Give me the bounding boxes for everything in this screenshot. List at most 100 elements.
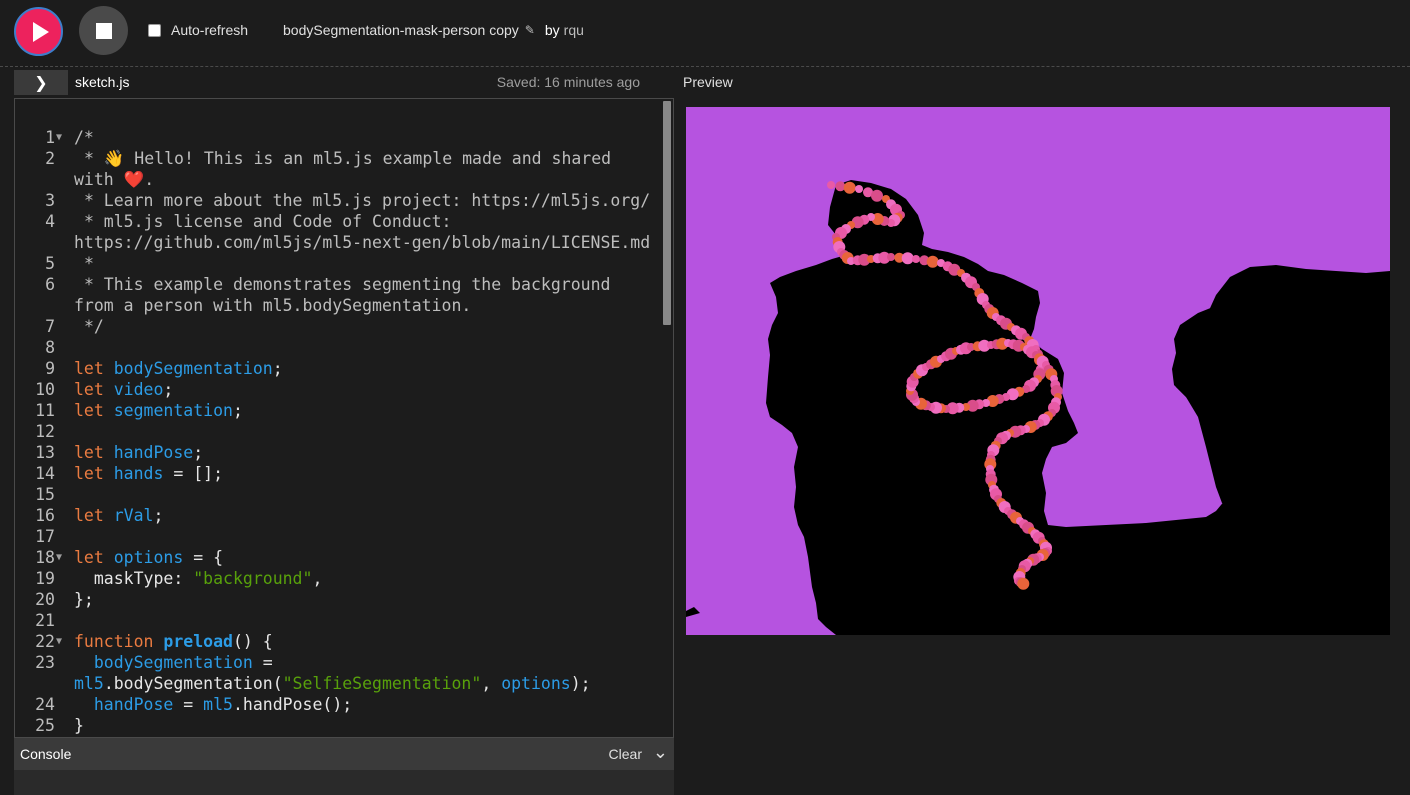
fold-gutter	[55, 652, 74, 694]
code-line[interactable]: 21	[15, 610, 660, 631]
code-editor[interactable]: 1 ▼/* 2 * 👋 Hello! This is an ml5.js examp…	[14, 98, 674, 738]
code-line[interactable]: 6 * This example demonstrates segmenting…	[15, 274, 660, 316]
code-line[interactable]: 8	[15, 337, 660, 358]
chevron-right-icon: ❯	[34, 73, 48, 92]
console-output[interactable]	[14, 770, 674, 795]
line-number: 19	[35, 569, 55, 588]
fold-gutter	[55, 484, 74, 505]
code-line[interactable]: 11 let segmentation;	[15, 400, 660, 421]
line-number: 8	[45, 338, 55, 357]
line-number: 9	[45, 359, 55, 378]
line-number: 3	[45, 191, 55, 210]
code-line[interactable]: 2 * 👋 Hello! This is an ml5.js example m…	[15, 148, 660, 190]
code-token: let	[74, 506, 114, 525]
chevron-down-icon[interactable]: ⌄	[653, 742, 668, 763]
play-icon	[32, 21, 49, 42]
code-token: * This example demonstrates segmenting t…	[74, 275, 621, 315]
code-line[interactable]: 4 * ml5.js license and Code of Conduct: …	[15, 211, 660, 253]
pencil-icon[interactable]: ✎	[525, 23, 535, 37]
code-token: ;	[193, 443, 204, 462]
line-number: 24	[35, 695, 55, 714]
code-token: ml5	[74, 674, 104, 693]
line-number: 7	[45, 317, 55, 336]
console-clear-button[interactable]: Clear	[609, 746, 642, 762]
saved-status: Saved: 16 minutes ago	[496, 74, 640, 90]
fold-gutter	[55, 715, 74, 736]
sidebar-toggle-button[interactable]: ❯	[14, 70, 68, 95]
code-line[interactable]: 18 ▼ let options = {	[15, 547, 660, 568]
fold-gutter	[55, 463, 74, 484]
code-line[interactable]: 14 let hands = [];	[15, 463, 660, 484]
trail-dot	[887, 253, 895, 261]
play-button[interactable]	[14, 7, 63, 56]
code-token: handPose	[93, 695, 174, 714]
fold-gutter	[55, 253, 74, 274]
auto-refresh-toggle[interactable]: Auto-refresh	[148, 20, 248, 40]
code-lines[interactable]: 1 ▼/* 2 * 👋 Hello! This is an ml5.js examp…	[15, 127, 660, 736]
code-token: ,	[481, 674, 502, 693]
code-text: */	[74, 316, 654, 337]
code-line[interactable]: 17	[15, 526, 660, 547]
code-line[interactable]: 16 let rVal;	[15, 505, 660, 526]
line-number: 2	[45, 149, 55, 168]
code-line[interactable]: 19 maskType: "background",	[15, 568, 660, 589]
fold-gutter	[55, 274, 74, 316]
code-text: *	[74, 253, 654, 274]
code-line[interactable]: 25}	[15, 715, 660, 736]
code-text: bodySegmentation = ml5.bodySegmentation(…	[74, 652, 654, 694]
trail-dot	[912, 255, 920, 263]
code-line[interactable]: 7 */	[15, 316, 660, 337]
code-line[interactable]: 13 let handPose;	[15, 442, 660, 463]
code-token: = {	[183, 548, 224, 567]
project-title: bodySegmentation-mask-person copy ✎ by r…	[283, 20, 584, 40]
code-line[interactable]: 12	[15, 421, 660, 442]
project-name[interactable]: bodySegmentation-mask-person copy	[283, 22, 519, 38]
file-tab[interactable]: sketch.js	[75, 74, 129, 90]
editor-scrollbar[interactable]	[663, 101, 671, 325]
fold-gutter	[55, 694, 74, 715]
code-line[interactable]: 9 let bodySegmentation;	[15, 358, 660, 379]
code-token: bodySegmentation	[93, 653, 253, 672]
fold-toggle-icon[interactable]: ▼	[55, 127, 74, 148]
code-line[interactable]: 5 *	[15, 253, 660, 274]
line-number: 16	[35, 506, 55, 525]
code-line[interactable]: 15	[15, 484, 660, 505]
author-link[interactable]: rqu	[564, 22, 584, 38]
trail-dot	[855, 185, 863, 193]
code-line[interactable]: 23 bodySegmentation = ml5.bodySegmentati…	[15, 652, 660, 694]
preview-label: Preview	[683, 74, 733, 90]
code-line[interactable]: 22 ▼ function preload() {	[15, 631, 660, 652]
code-text: * Learn more about the ml5.js project: h…	[74, 190, 654, 211]
code-token: "background"	[193, 569, 313, 588]
code-line[interactable]: 3 * Learn more about the ml5.js project:…	[15, 190, 660, 211]
fold-toggle-icon[interactable]: ▼	[55, 631, 74, 652]
code-token: rVal	[113, 506, 154, 525]
code-text: /*	[74, 127, 654, 148]
code-line[interactable]: 1 ▼/*	[15, 127, 660, 148]
auto-refresh-checkbox[interactable]	[148, 23, 161, 37]
code-line[interactable]: 10 let video;	[15, 379, 660, 400]
code-token: bodySegmentation	[113, 359, 273, 378]
code-token: ;	[272, 359, 283, 378]
fold-gutter	[55, 211, 74, 253]
fold-gutter	[55, 505, 74, 526]
code-text: let video;	[74, 379, 654, 400]
code-token: * 👋 Hello! This is an ml5.js example mad…	[74, 149, 622, 189]
code-token: * Learn more about the ml5.js project: h…	[74, 191, 651, 210]
fold-toggle-icon[interactable]: ▼	[55, 547, 74, 568]
code-line[interactable]: 20};	[15, 589, 660, 610]
code-line[interactable]: 24 handPose = ml5.handPose();	[15, 694, 660, 715]
sketch-preview-canvas[interactable]	[686, 107, 1390, 635]
code-text: function preload() {	[74, 631, 654, 652]
toolbar-divider	[0, 66, 1410, 67]
code-token: .bodySegmentation(	[103, 674, 283, 693]
code-token: ,	[312, 569, 323, 588]
line-number: 14	[35, 464, 55, 483]
fold-gutter	[55, 610, 74, 631]
stop-button[interactable]	[79, 6, 128, 55]
